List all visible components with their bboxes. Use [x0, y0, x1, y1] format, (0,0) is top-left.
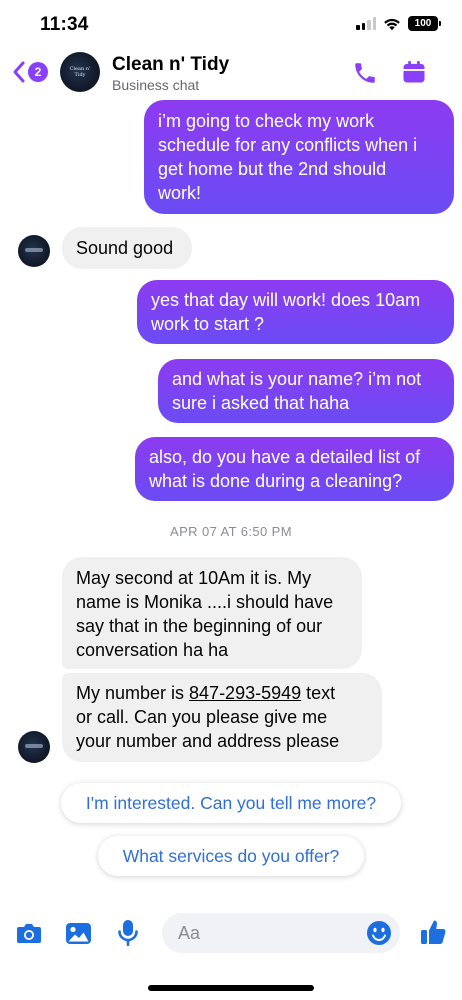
- message-text: My number is 847-293-5949 text: [76, 681, 368, 705]
- emoji-button[interactable]: [365, 919, 393, 947]
- wifi-icon: [384, 18, 400, 30]
- avatar-logo-text: Clean n' Tidy: [69, 66, 91, 78]
- message-text: conversation ha ha: [76, 640, 229, 660]
- camera-button[interactable]: [14, 918, 44, 948]
- outgoing-message[interactable]: and what is your name? i’m not sure i as…: [158, 359, 454, 423]
- message-text: also, do you have a detailed list of: [149, 447, 421, 467]
- message-text: May second at 10Am it is. My: [76, 568, 312, 588]
- message-text: and what is your name? i’m not: [172, 369, 422, 389]
- status-time: 11:34: [40, 14, 89, 35]
- back-button[interactable]: 2: [12, 60, 48, 84]
- microphone-icon: [118, 920, 138, 946]
- message-text: work!: [158, 183, 202, 203]
- status-bar: 11:34 100: [0, 0, 462, 48]
- business-avatar[interactable]: Clean n' Tidy: [60, 52, 100, 92]
- image-icon: [65, 922, 91, 944]
- status-icons: 100: [356, 16, 441, 31]
- emoji-icon: [367, 921, 391, 945]
- message-text: Sound good: [76, 238, 174, 258]
- incoming-message[interactable]: May second at 10Am it is. My name is Mon…: [62, 557, 362, 669]
- incoming-message[interactable]: Sound good: [62, 227, 192, 269]
- quick-reply-button[interactable]: I'm interested. Can you tell me more?: [61, 783, 401, 823]
- message-text: i’m going to check my work: [158, 111, 375, 131]
- message-text: work to start ?: [151, 314, 265, 334]
- unread-count-badge: 2: [28, 62, 48, 82]
- message-text: name is Monika ....i should have: [76, 592, 334, 612]
- message-text: schedule for any conflicts when i: [158, 135, 418, 155]
- message-text: sure i asked that haha: [172, 393, 350, 413]
- battery-indicator: 100: [408, 16, 441, 31]
- sender-avatar[interactable]: [18, 235, 50, 267]
- voice-button[interactable]: [113, 918, 143, 948]
- calendar-icon: [403, 60, 425, 83]
- phone-number-link[interactable]: 847-293-5949: [189, 683, 301, 703]
- home-indicator[interactable]: [148, 985, 314, 991]
- like-button[interactable]: [417, 916, 449, 948]
- cellular-signal-icon: [356, 17, 376, 30]
- message-text: yes that day will work! does 10am: [151, 290, 421, 310]
- gallery-button[interactable]: [63, 918, 93, 948]
- message-text-prefix: My number is: [76, 683, 190, 703]
- outgoing-message[interactable]: i’m going to check my work schedule for …: [144, 100, 454, 214]
- message-composer: [0, 900, 462, 966]
- outgoing-message[interactable]: also, do you have a detailed list of wha…: [135, 437, 454, 501]
- chat-subtitle: Business chat: [112, 77, 200, 93]
- message-text: say that in the beginning of our: [76, 616, 323, 636]
- incoming-message[interactable]: My number is 847-293-5949 text or call. …: [62, 673, 382, 762]
- sender-avatar[interactable]: [18, 731, 50, 763]
- quick-reply-button[interactable]: What services do you offer?: [98, 836, 364, 876]
- phone-icon: [355, 63, 375, 83]
- message-timestamp: APR 07 AT 6:50 PM: [170, 524, 292, 539]
- camera-icon: [17, 924, 41, 943]
- message-text: or call. Can you please give me: [76, 707, 328, 727]
- call-button[interactable]: [350, 58, 380, 88]
- chat-header: 2 Clean n' Tidy Clean n' Tidy Business c…: [0, 48, 462, 98]
- message-text: your number and address please: [76, 731, 340, 751]
- message-text-suffix: text: [301, 683, 336, 703]
- message-input[interactable]: [178, 913, 358, 953]
- message-text: what is done during a cleaning?: [149, 471, 403, 491]
- message-text: get home but the 2nd should: [158, 159, 387, 179]
- thumbs-up-icon: [421, 920, 446, 944]
- outgoing-message[interactable]: yes that day will work! does 10am work t…: [137, 280, 454, 344]
- back-chevron-icon: [13, 61, 25, 83]
- schedule-button[interactable]: [399, 57, 429, 87]
- chat-title[interactable]: Clean n' Tidy: [112, 54, 229, 76]
